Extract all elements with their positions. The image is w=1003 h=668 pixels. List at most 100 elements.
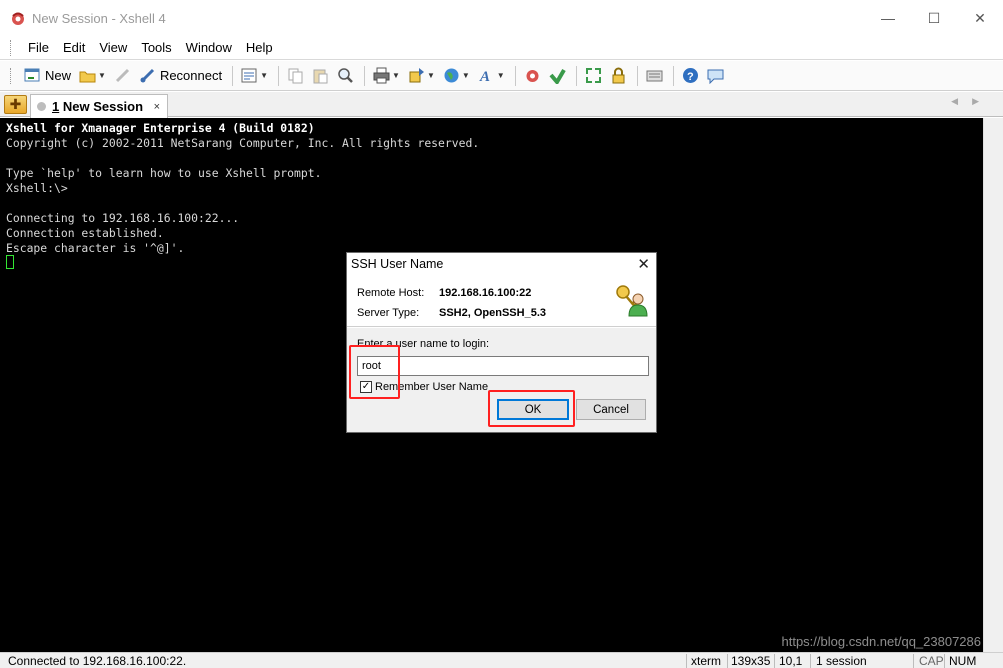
font-icon: A: [478, 67, 495, 85]
remote-host-row: Remote Host: 192.168.16.100:22: [357, 287, 531, 299]
user-keys-icon: [614, 283, 648, 317]
print-button[interactable]: ▼: [370, 64, 403, 88]
lock-button[interactable]: [607, 64, 630, 88]
username-input[interactable]: [357, 356, 649, 376]
toolbar-separator: [232, 65, 234, 86]
globe-icon: [443, 67, 460, 84]
tab-left-icon[interactable]: ◀: [951, 96, 972, 106]
server-type-row: Server Type: SSH2, OpenSSH_5.3: [357, 307, 546, 319]
chevron-down-icon: ▼: [461, 71, 470, 80]
globe-button[interactable]: ▼: [440, 64, 473, 88]
window-title: New Session - Xshell 4: [32, 10, 166, 26]
close-window-button[interactable]: ✕: [957, 0, 1003, 36]
status-divider: [774, 654, 775, 668]
tab-close-icon[interactable]: ×: [154, 101, 160, 113]
transfer-button[interactable]: ▼: [405, 64, 438, 88]
minimize-button[interactable]: —: [865, 0, 911, 36]
tab-new-session[interactable]: 1 New Session ×: [30, 94, 168, 118]
tab-nav-arrows[interactable]: ◀▶: [951, 96, 993, 107]
keyboard-icon: [646, 67, 663, 84]
status-divider: [810, 654, 811, 668]
xshell-logo-icon: [10, 10, 26, 26]
folder-icon: [79, 67, 96, 84]
status-sessions: 1 session: [816, 654, 867, 668]
terminal-scrollbar[interactable]: [983, 118, 1003, 652]
title-bar: New Session - Xshell 4 — ☐ ✕: [0, 0, 1003, 36]
menu-window[interactable]: Window: [179, 37, 239, 59]
terminal-line: Xshell for Xmanager Enterprise 4 (Build …: [6, 121, 315, 135]
remote-host-value: 192.168.16.100:22: [439, 287, 532, 299]
help-icon: ?: [682, 67, 699, 84]
xftp-button[interactable]: [546, 64, 569, 88]
remote-host-label: Remote Host:: [357, 287, 425, 299]
properties-button[interactable]: ▼: [238, 64, 271, 88]
status-cursor-pos: 10,1: [779, 654, 803, 668]
xshell-button[interactable]: [521, 64, 544, 88]
toolbar-grip[interactable]: [10, 67, 13, 84]
fullscreen-icon: [585, 67, 602, 84]
terminal-line: Type `help' to learn how to use Xshell p…: [6, 166, 322, 180]
toolbar-separator: [278, 65, 280, 86]
toolbar-separator: [575, 65, 577, 86]
dialog-close-button[interactable]: ✕: [637, 255, 650, 273]
paste-button[interactable]: [309, 64, 332, 88]
terminal-line: Connecting to 192.168.16.100:22...: [6, 211, 240, 225]
status-bar: Connected to 192.168.16.100:22. xterm 13…: [0, 652, 1003, 668]
server-type-label: Server Type:: [357, 307, 420, 319]
transfer-icon: [408, 67, 425, 84]
new-session-icon: [24, 67, 41, 84]
copy-button[interactable]: [284, 64, 307, 88]
chat-button[interactable]: [704, 64, 727, 88]
tab-status-icon: [37, 102, 46, 111]
highlight-box-ok: [488, 390, 575, 427]
keyboard-button[interactable]: [643, 64, 666, 88]
status-divider: [913, 654, 914, 668]
server-type-value: SSH2, OpenSSH_5.3: [439, 307, 546, 319]
menu-tools[interactable]: Tools: [134, 37, 178, 59]
disconnect-button[interactable]: [111, 64, 134, 88]
printer-icon: [373, 67, 390, 84]
menu-view[interactable]: View: [92, 37, 134, 59]
help-button[interactable]: ?: [679, 64, 702, 88]
menu-help[interactable]: Help: [239, 37, 280, 59]
svg-text:?: ?: [687, 71, 694, 83]
status-num: NUM: [949, 654, 977, 668]
toolbar-separator: [672, 65, 674, 86]
reconnect-button[interactable]: Reconnect: [136, 64, 225, 88]
watermark-text: https://blog.csdn.net/qq_23807286: [781, 634, 982, 649]
xshell-icon: [524, 67, 541, 84]
status-divider: [944, 654, 945, 668]
menu-file[interactable]: File: [21, 37, 56, 59]
tab-right-icon[interactable]: ▶: [972, 96, 993, 106]
cancel-button[interactable]: Cancel: [576, 399, 646, 420]
properties-icon: [241, 67, 258, 84]
status-connection: Connected to 192.168.16.100:22.: [8, 654, 187, 668]
lock-icon: [610, 67, 627, 84]
maximize-button[interactable]: ☐: [911, 0, 957, 36]
terminal-line: Connection established.: [6, 226, 164, 240]
terminal-line: Xshell:\>: [6, 181, 68, 195]
new-label: New: [45, 68, 72, 83]
open-button[interactable]: ▼: [76, 64, 109, 88]
menu-edit[interactable]: Edit: [56, 37, 92, 59]
paste-icon: [312, 67, 329, 84]
font-button[interactable]: A ▼: [475, 64, 508, 88]
tab-bar: ✚ 1 New Session × ◀▶: [0, 92, 1003, 118]
dialog-info-panel: Remote Host: 192.168.16.100:22 Server Typ…: [347, 277, 656, 327]
chevron-down-icon: ▼: [260, 71, 269, 80]
toolbar-separator: [514, 65, 516, 86]
new-session-button[interactable]: New: [21, 64, 74, 88]
fullscreen-button[interactable]: [582, 64, 605, 88]
toolbar-separator: [364, 65, 366, 86]
toolbar-separator: [636, 65, 638, 86]
highlight-box-username: [349, 345, 400, 399]
search-icon: [337, 67, 354, 84]
find-button[interactable]: [334, 64, 357, 88]
menubar-grip[interactable]: [10, 39, 13, 56]
disconnect-icon: [114, 67, 131, 84]
add-tab-button[interactable]: ✚: [4, 95, 27, 114]
reconnect-icon: [139, 67, 156, 84]
svg-text:A: A: [479, 69, 490, 84]
plus-icon: ✚: [9, 96, 22, 112]
